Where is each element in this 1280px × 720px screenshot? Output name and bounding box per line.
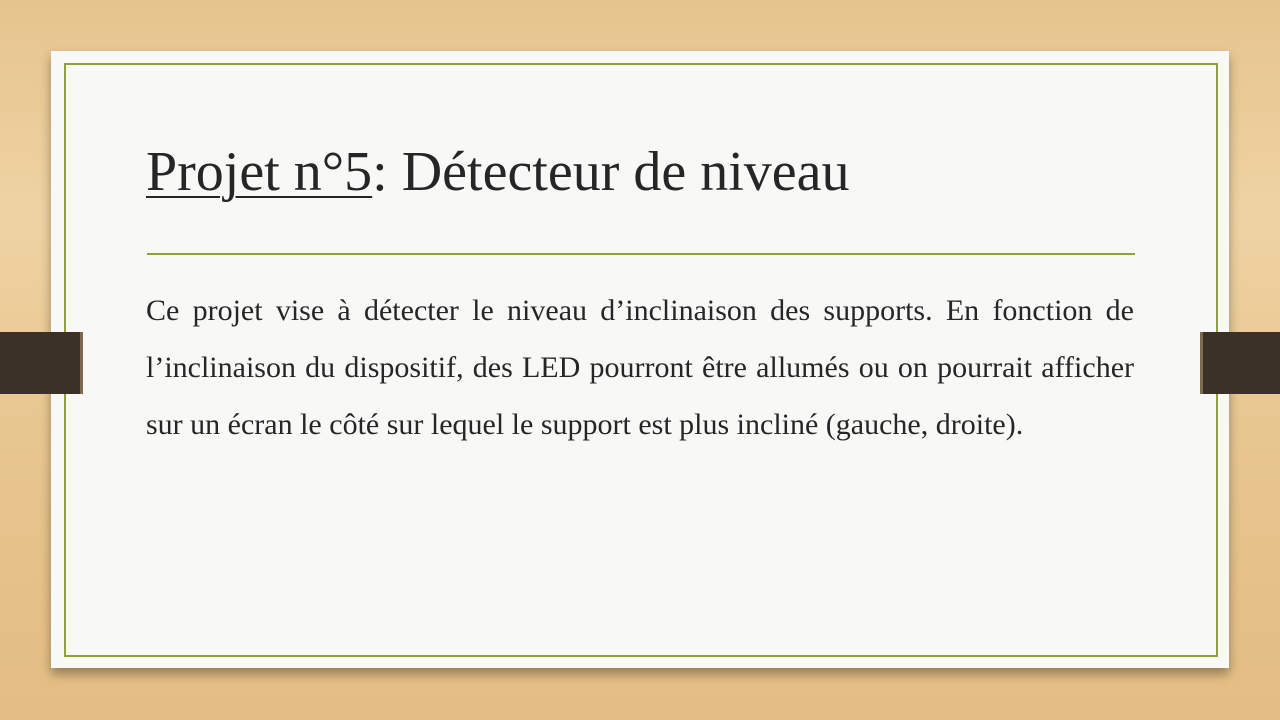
slide-title: Projet n°5: Détecteur de niveau <box>146 140 849 204</box>
title-divider <box>147 253 1135 255</box>
left-strap <box>0 332 83 394</box>
title-link: Projet n°5 <box>146 141 373 203</box>
right-strap <box>1200 332 1280 394</box>
slide-body-text: Ce projet vise à détecter le niveau d’in… <box>146 294 1134 441</box>
title-rest: : Détecteur de niveau <box>372 141 850 203</box>
